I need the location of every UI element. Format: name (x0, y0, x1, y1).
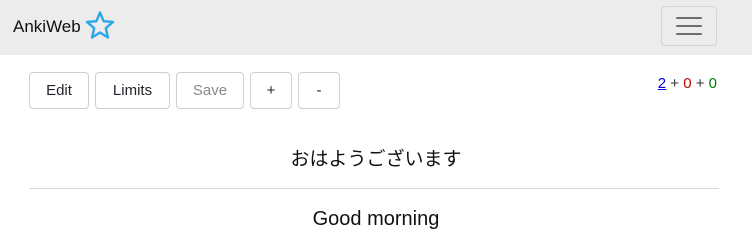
top-navbar: AnkiWeb (0, 0, 752, 55)
review-count: 0 (708, 75, 717, 92)
count-separator: + (695, 75, 705, 92)
hamburger-menu-icon (676, 17, 702, 19)
menu-toggle-button[interactable] (661, 6, 717, 46)
brand-link[interactable]: AnkiWeb (13, 10, 117, 44)
add-button[interactable]: + (250, 72, 292, 109)
hamburger-menu-icon-line (676, 25, 702, 27)
new-count-link[interactable]: 2 (658, 75, 666, 92)
brand-name: AnkiWeb (13, 17, 81, 36)
review-toolbar: Edit Limits Save + - (29, 72, 340, 109)
answer-divider (29, 188, 719, 189)
card-back-text: Good morning (312, 208, 440, 230)
count-separator: + (670, 75, 680, 92)
limits-button[interactable]: Limits (95, 72, 170, 109)
card-front-text: おはようございます (290, 148, 462, 170)
remove-button[interactable]: - (298, 72, 340, 109)
star-outline-icon (85, 11, 114, 39)
edit-button[interactable]: Edit (29, 72, 89, 109)
due-counts: 2 + 0 + 0 (658, 75, 717, 92)
learn-count: 0 (683, 75, 692, 92)
hamburger-menu-icon-line (676, 33, 702, 35)
save-button[interactable]: Save (176, 72, 244, 109)
